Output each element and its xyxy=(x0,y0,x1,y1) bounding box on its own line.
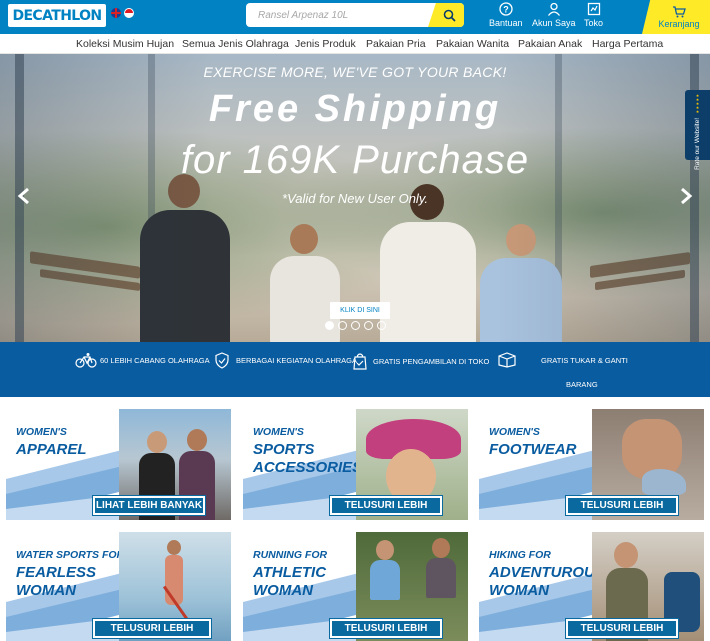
feature-text: GRATIS PENGAMBILAN DI TOKO xyxy=(373,356,490,366)
chevron-right-icon xyxy=(681,187,693,205)
account-button[interactable]: Akun Saya xyxy=(532,2,576,28)
search-input[interactable] xyxy=(246,3,428,27)
help-icon: ? xyxy=(499,2,513,16)
feature-text: 60 LEBIH CABANG OLAHRAGA xyxy=(100,355,210,365)
chevron-left-icon xyxy=(17,187,29,205)
bike-icon xyxy=(75,353,97,368)
search-icon xyxy=(443,9,456,22)
nav-item-jenis-produk[interactable]: Jenis Produk xyxy=(295,38,356,50)
carousel-dot[interactable] xyxy=(338,321,347,330)
category-tile-womens-apparel[interactable]: WOMEN'S APPAREL LIHAT LEBIH BANYAK xyxy=(6,409,231,520)
carousel-next-button[interactable] xyxy=(676,187,696,209)
rate-widget-label: Rate our Website! xyxy=(694,118,701,170)
tile-title: WOMEN'S SPORTS ACCESSORIES xyxy=(253,423,362,477)
nav-item-pakaian-wanita[interactable]: Pakaian Wanita xyxy=(436,38,509,50)
tile-title-line2: SPORTS xyxy=(253,441,315,458)
explore-more-button[interactable]: TELUSURI LEBIH xyxy=(566,619,678,638)
tile-title-line2: FEARLESS xyxy=(16,564,97,581)
uk-flag-icon[interactable] xyxy=(111,8,121,18)
tile-title-line1: WOMEN'S xyxy=(489,426,540,438)
cart-button[interactable]: Keranjang xyxy=(642,0,710,34)
category-tile-running[interactable]: RUNNING FOR ATHLETIC WOMAN TELUSURI LEBI… xyxy=(243,532,468,641)
category-tile-womens-sports-accessories[interactable]: WOMEN'S SPORTS ACCESSORIES TELUSURI LEBI… xyxy=(243,409,468,520)
nav-item-pakaian-pria[interactable]: Pakaian Pria xyxy=(366,38,426,50)
logo-text: DECATHLON xyxy=(12,7,102,24)
carousel-dot[interactable] xyxy=(351,321,360,330)
feature-item: GRATIS PENGAMBILAN DI TOKO xyxy=(352,352,489,370)
tile-title-line1: WOMEN'S xyxy=(16,426,67,438)
shield-icon xyxy=(215,352,229,369)
tile-title-line3: WOMAN xyxy=(489,582,549,599)
nav-item-koleksi-musim-hujan[interactable]: Koleksi Musim Hujan xyxy=(76,38,174,50)
tile-title: HIKING FOR ADVENTUROUS WOMAN xyxy=(489,546,605,600)
top-header: DECATHLON ? Bantuan Akun Saya xyxy=(0,0,710,34)
feature-text-continued: BARANG xyxy=(566,380,598,389)
category-tile-hiking[interactable]: HIKING FOR ADVENTUROUS WOMAN TELUSURI LE… xyxy=(479,532,704,641)
store-pickup-icon xyxy=(353,353,367,370)
tile-title-line1: RUNNING FOR xyxy=(253,549,328,561)
hero-note: *Valid for New User Only. xyxy=(282,191,428,206)
tile-title-line3: WOMAN xyxy=(253,582,313,599)
tile-title-line2: FOOTWEAR xyxy=(489,441,577,458)
carousel-dot[interactable] xyxy=(325,321,334,330)
tile-title-line2: ADVENTUROUS xyxy=(489,564,605,581)
svg-text:?: ? xyxy=(503,5,509,15)
explore-more-button[interactable]: TELUSURI LEBIH xyxy=(330,619,442,638)
hero-title-line2: for 169K Purchase xyxy=(180,138,530,182)
store-button[interactable]: Toko xyxy=(584,2,603,28)
feature-item: 60 LEBIH CABANG OLAHRAGA xyxy=(75,352,210,368)
tile-title: WATER SPORTS FOR FEARLESS WOMAN xyxy=(16,546,124,600)
hero-cta-button[interactable]: KLIK DI SINI xyxy=(330,302,390,319)
store-label: Toko xyxy=(584,18,604,28)
nav-item-semua-jenis-olahraga[interactable]: Semua Jenis Olahraga xyxy=(182,38,289,50)
tile-title-line1: WATER SPORTS FOR xyxy=(16,549,125,561)
tile-title-line3: WOMAN xyxy=(16,582,76,599)
search-button[interactable] xyxy=(428,3,464,27)
carousel-prev-button[interactable] xyxy=(14,187,34,209)
carousel-dots xyxy=(325,321,386,330)
feature-item: GRATIS TUKAR & GANTI xyxy=(496,352,628,368)
language-switcher[interactable] xyxy=(111,8,134,18)
nav-item-pakaian-anak[interactable]: Pakaian Anak xyxy=(518,38,582,50)
tile-title-line1: WOMEN'S xyxy=(253,426,304,438)
store-icon xyxy=(587,2,600,16)
category-tile-womens-footwear[interactable]: WOMEN'S FOOTWEAR TELUSURI LEBIH xyxy=(479,409,704,520)
help-button[interactable]: ? Bantuan xyxy=(489,2,523,28)
tile-title-line2: APPAREL xyxy=(16,441,87,458)
explore-more-button[interactable]: TELUSURI LEBIH xyxy=(330,496,442,515)
hero-title-line1: Free Shipping xyxy=(208,88,502,130)
tile-title: RUNNING FOR ATHLETIC WOMAN xyxy=(253,546,327,600)
category-tile-water-sports[interactable]: WATER SPORTS FOR FEARLESS WOMAN TELUSURI… xyxy=(6,532,231,641)
category-nav: Koleksi Musim Hujan Semua Jenis Olahraga… xyxy=(0,34,710,54)
hero-banner[interactable]: EXERCISE MORE, WE'VE GOT YOUR BACK! Free… xyxy=(0,54,710,342)
decathlon-logo[interactable]: DECATHLON xyxy=(8,4,106,27)
user-icon xyxy=(547,2,560,16)
search-bar xyxy=(246,3,464,27)
feature-text: GRATIS TUKAR & GANTI xyxy=(541,355,628,365)
nav-item-harga-pertama[interactable]: Harga Pertama xyxy=(592,38,663,50)
hero-tagline: EXERCISE MORE, WE'VE GOT YOUR BACK! xyxy=(203,64,507,80)
star-rating-icon: ★ ★ ★ ★ ★ xyxy=(695,93,700,114)
cart-label: Keranjang xyxy=(658,18,700,29)
carousel-dot[interactable] xyxy=(364,321,373,330)
feature-item: BERBAGAI KEGIATAN OLAHRAGA xyxy=(214,352,357,369)
indonesia-flag-icon[interactable] xyxy=(124,8,134,18)
cart-icon xyxy=(673,5,686,17)
features-bar: 60 LEBIH CABANG OLAHRAGA BERBAGAI KEGIAT… xyxy=(0,342,710,397)
account-label: Akun Saya xyxy=(532,18,576,28)
explore-more-button[interactable]: TELUSURI LEBIH xyxy=(93,619,211,638)
tile-title: WOMEN'S FOOTWEAR xyxy=(489,423,577,459)
tile-title-line2: ATHLETIC xyxy=(253,564,327,581)
explore-more-button[interactable]: TELUSURI LEBIH xyxy=(566,496,678,515)
tile-title-line3: ACCESSORIES xyxy=(253,459,363,476)
rate-website-widget[interactable]: ★ ★ ★ ★ ★ Rate our Website! xyxy=(685,90,710,170)
tile-title-line1: HIKING FOR xyxy=(489,549,551,561)
see-more-button[interactable]: LIHAT LEBIH BANYAK xyxy=(93,496,205,515)
tile-title: WOMEN'S APPAREL xyxy=(16,423,87,459)
box-return-icon xyxy=(498,352,516,368)
feature-text: BERBAGAI KEGIATAN OLAHRAGA xyxy=(236,356,358,365)
carousel-dot[interactable] xyxy=(377,321,386,330)
help-label: Bantuan xyxy=(489,18,523,28)
